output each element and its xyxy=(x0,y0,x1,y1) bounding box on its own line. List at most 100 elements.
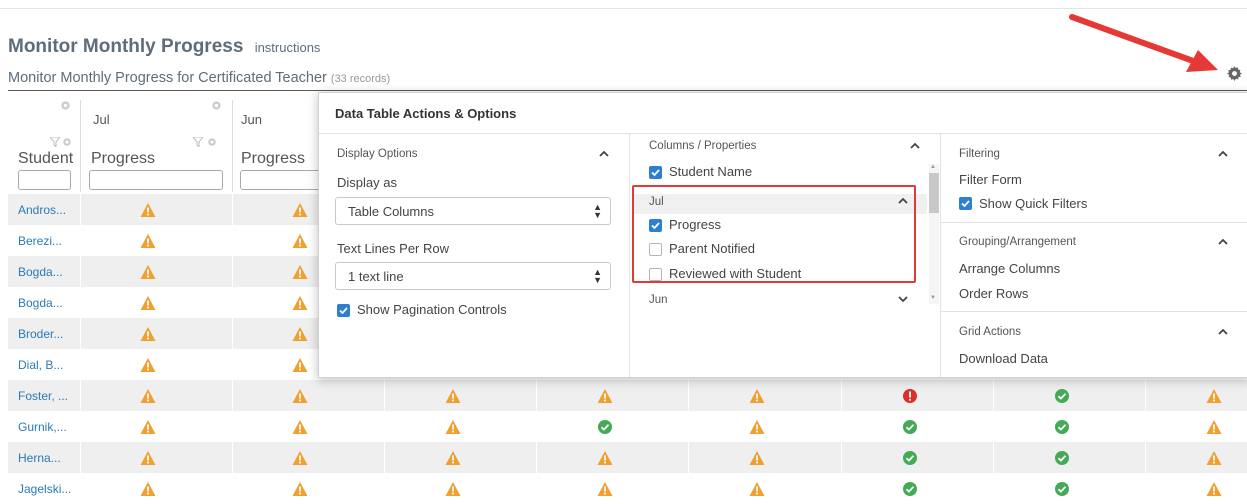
filtering-heading: Filtering xyxy=(959,148,1000,160)
student-filter-input[interactable] xyxy=(18,170,71,190)
filter-icon[interactable] xyxy=(191,134,205,152)
warning-icon[interactable] xyxy=(140,481,156,497)
student-name-link[interactable]: Andros... xyxy=(18,203,66,217)
warning-icon[interactable] xyxy=(292,233,308,249)
warning-icon[interactable] xyxy=(445,388,461,404)
display-as-select[interactable]: Table Columns ▲ ▼ xyxy=(335,197,611,225)
warning-icon[interactable] xyxy=(292,388,308,404)
progress-jun-filter-input[interactable] xyxy=(240,170,320,190)
columns-scrollbar-thumb[interactable] xyxy=(929,173,939,213)
chevron-up-icon[interactable] xyxy=(598,150,610,158)
warning-icon[interactable] xyxy=(292,419,308,435)
student-name-link[interactable]: Bogda... xyxy=(18,296,63,310)
check-circle-icon[interactable] xyxy=(1054,419,1070,435)
student-name-link[interactable]: Broder... xyxy=(18,327,63,341)
cell-divider xyxy=(384,442,385,473)
settings-icon[interactable] xyxy=(60,98,71,116)
warning-icon[interactable] xyxy=(1206,481,1222,497)
chevron-down-icon[interactable] xyxy=(897,295,909,303)
page-title-text: Monitor Monthly Progress xyxy=(8,36,244,57)
warning-icon[interactable] xyxy=(1206,419,1222,435)
warning-icon[interactable] xyxy=(140,388,156,404)
check-circle-icon[interactable] xyxy=(902,419,918,435)
check-icon xyxy=(339,307,348,315)
student-name-link[interactable]: Dial, B... xyxy=(18,358,63,372)
check-circle-icon[interactable] xyxy=(1054,388,1070,404)
top-divider xyxy=(0,8,1247,9)
settings-icon[interactable] xyxy=(211,98,222,116)
download-data-option[interactable]: Download Data xyxy=(959,351,1048,366)
alert-icon[interactable] xyxy=(902,388,918,404)
group-label-jun[interactable]: Jun xyxy=(649,294,668,306)
warning-icon[interactable] xyxy=(140,419,156,435)
warning-icon[interactable] xyxy=(749,419,765,435)
chevron-up-icon[interactable] xyxy=(1217,150,1229,158)
warning-icon[interactable] xyxy=(292,202,308,218)
instructions-link[interactable]: instructions xyxy=(255,40,321,55)
text-lines-select[interactable]: 1 text line ▲ ▼ xyxy=(335,262,611,290)
column-header-progress-jul[interactable]: Progress xyxy=(91,150,155,168)
student-name-link[interactable]: Herna... xyxy=(18,451,61,465)
columns-properties-heading: Columns / Properties xyxy=(649,140,757,152)
pagination-checkbox[interactable] xyxy=(337,304,350,317)
warning-icon[interactable] xyxy=(140,264,156,280)
warning-icon[interactable] xyxy=(749,450,765,466)
warning-icon[interactable] xyxy=(292,450,308,466)
warning-icon[interactable] xyxy=(140,202,156,218)
warning-icon[interactable] xyxy=(140,233,156,249)
student-name-link[interactable]: Jagelski... xyxy=(18,482,71,496)
warning-icon[interactable] xyxy=(749,481,765,497)
warning-icon[interactable] xyxy=(292,357,308,373)
warning-icon[interactable] xyxy=(292,295,308,311)
chevron-up-icon[interactable] xyxy=(1217,238,1229,246)
student-name-link[interactable]: Gurnik,... xyxy=(18,420,67,434)
student-name-label[interactable]: Student Name xyxy=(669,164,752,179)
student-name-link[interactable]: Berezi... xyxy=(18,234,62,248)
column-header-student[interactable]: Student xyxy=(18,150,73,168)
show-quick-filters-checkbox[interactable] xyxy=(959,197,972,210)
warning-icon[interactable] xyxy=(597,388,613,404)
warning-icon[interactable] xyxy=(445,481,461,497)
scroll-down-icon[interactable]: ▼ xyxy=(930,295,936,301)
panel-divider xyxy=(941,311,1247,312)
column-header-progress-jun[interactable]: Progress xyxy=(241,150,305,168)
panel-divider xyxy=(940,134,941,377)
pagination-label[interactable]: Show Pagination Controls xyxy=(357,302,507,317)
scroll-up-icon[interactable]: ▲ xyxy=(930,164,936,170)
gear-icon[interactable] xyxy=(1227,66,1242,86)
settings-icon[interactable] xyxy=(207,134,217,152)
chevron-up-icon[interactable] xyxy=(909,142,921,150)
cell-divider xyxy=(688,380,689,411)
warning-icon[interactable] xyxy=(292,264,308,280)
warning-icon[interactable] xyxy=(445,419,461,435)
check-circle-icon[interactable] xyxy=(1054,481,1070,497)
warning-icon[interactable] xyxy=(749,388,765,404)
student-name-link[interactable]: Bogda... xyxy=(18,265,63,279)
warning-icon[interactable] xyxy=(597,450,613,466)
panel-divider xyxy=(941,222,1247,223)
student-name-link[interactable]: Foster, ... xyxy=(18,389,68,403)
show-quick-filters-label[interactable]: Show Quick Filters xyxy=(979,196,1087,211)
student-name-checkbox[interactable] xyxy=(649,166,662,179)
arrange-columns-option[interactable]: Arrange Columns xyxy=(959,261,1060,276)
warning-icon[interactable] xyxy=(140,295,156,311)
warning-icon[interactable] xyxy=(140,326,156,342)
warning-icon[interactable] xyxy=(597,481,613,497)
warning-icon[interactable] xyxy=(140,357,156,373)
cell-divider xyxy=(536,473,537,504)
check-circle-icon[interactable] xyxy=(597,419,613,435)
warning-icon[interactable] xyxy=(292,481,308,497)
warning-icon[interactable] xyxy=(445,450,461,466)
cell-divider xyxy=(841,380,842,411)
warning-icon[interactable] xyxy=(1206,388,1222,404)
warning-icon[interactable] xyxy=(1206,450,1222,466)
order-rows-option[interactable]: Order Rows xyxy=(959,286,1028,301)
check-circle-icon[interactable] xyxy=(902,481,918,497)
warning-icon[interactable] xyxy=(140,450,156,466)
filter-form-option[interactable]: Filter Form xyxy=(959,172,1022,187)
progress-jul-filter-input[interactable] xyxy=(89,170,223,190)
warning-icon[interactable] xyxy=(292,326,308,342)
check-circle-icon[interactable] xyxy=(902,450,918,466)
chevron-up-icon[interactable] xyxy=(1217,328,1229,336)
check-circle-icon[interactable] xyxy=(1054,450,1070,466)
